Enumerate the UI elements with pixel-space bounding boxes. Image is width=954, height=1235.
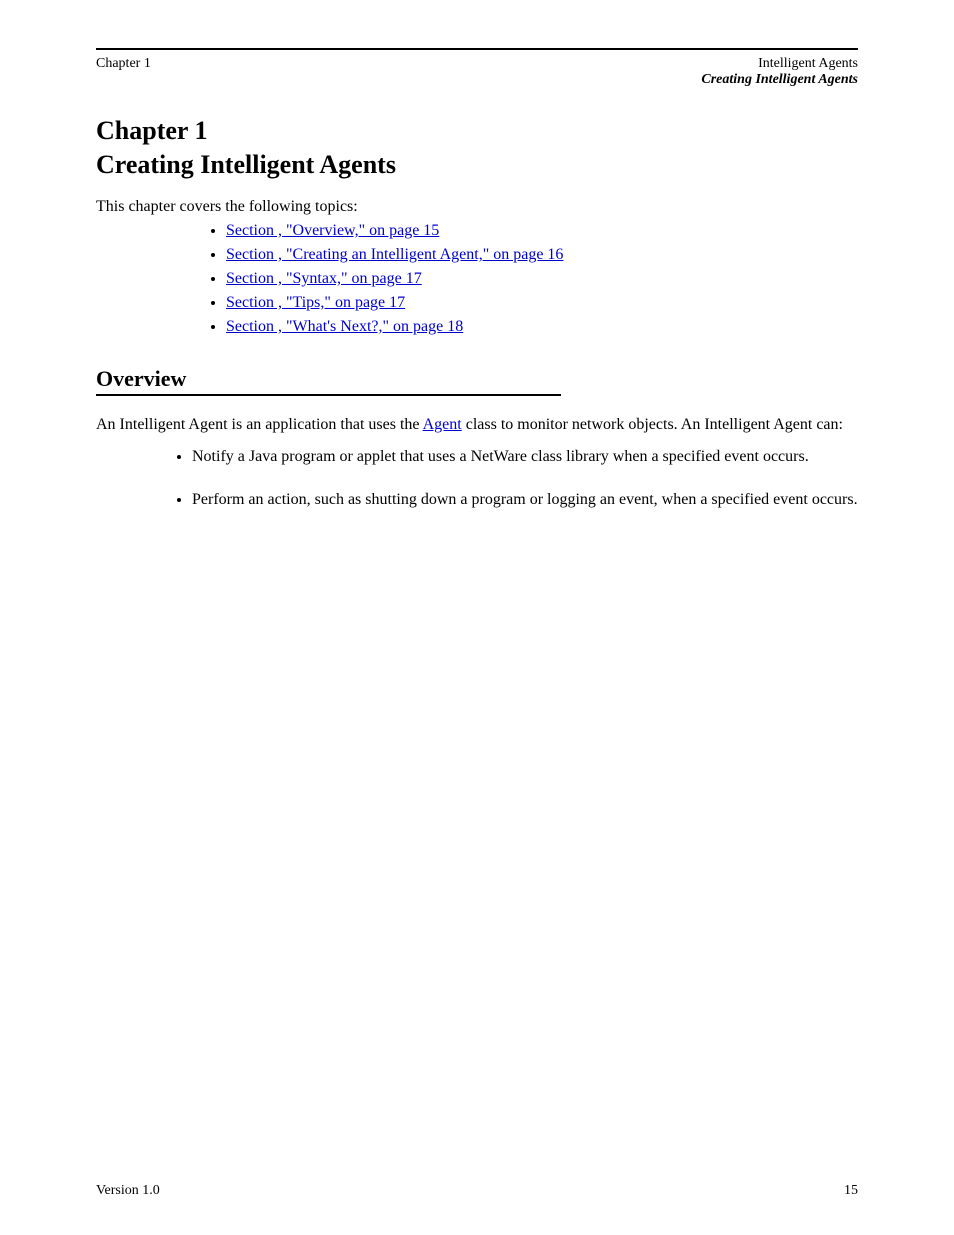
list-item: Section , "Tips," on page 17	[226, 294, 858, 312]
section-heading: Overview	[96, 366, 858, 392]
chapter-title: Creating Intelligent Agents	[96, 150, 858, 180]
top-rule	[96, 48, 858, 50]
list-item: Section , "Creating an Intelligent Agent…	[226, 246, 858, 264]
header-chapter-label: Chapter 1	[96, 56, 151, 72]
capabilities-list: Notify a Java program or applet that use…	[96, 446, 858, 511]
list-item: Perform an action, such as shutting down…	[192, 489, 858, 511]
running-header: Chapter 1 Intelligent Agents Creating In…	[96, 56, 858, 88]
topic-link[interactable]: Section , "Tips," on page 17	[226, 294, 405, 311]
footer-page-number: 15	[844, 1183, 858, 1199]
list-item: Section , "Overview," on page 15	[226, 222, 858, 240]
list-item: Section , "What's Next?," on page 18	[226, 318, 858, 336]
topic-link[interactable]: Section , "What's Next?," on page 18	[226, 318, 463, 335]
text-run: An Intelligent Agent is an application t…	[96, 416, 423, 433]
topic-link[interactable]: Section , "Syntax," on page 17	[226, 270, 422, 287]
page-footer: Version 1.0 15	[96, 1183, 858, 1199]
list-item: Notify a Java program or applet that use…	[192, 446, 858, 468]
agent-class-link[interactable]: Agent	[423, 416, 462, 433]
list-item: Section , "Syntax," on page 17	[226, 270, 858, 288]
topic-link[interactable]: Section , "Overview," on page 15	[226, 222, 439, 239]
text-run: class to monitor network objects. An Int…	[462, 416, 843, 433]
topics-list: Section , "Overview," on page 15 Section…	[96, 222, 858, 336]
header-page-title: Creating Intelligent Agents	[701, 72, 858, 88]
header-section-title: Intelligent Agents	[701, 56, 858, 72]
chapter-number: Chapter 1	[96, 116, 858, 146]
footer-version: Version 1.0	[96, 1183, 160, 1199]
section-rule	[96, 394, 561, 396]
topic-link[interactable]: Section , "Creating an Intelligent Agent…	[226, 246, 563, 263]
overview-paragraph: An Intelligent Agent is an application t…	[96, 414, 858, 436]
intro-paragraph: This chapter covers the following topics…	[96, 198, 858, 216]
